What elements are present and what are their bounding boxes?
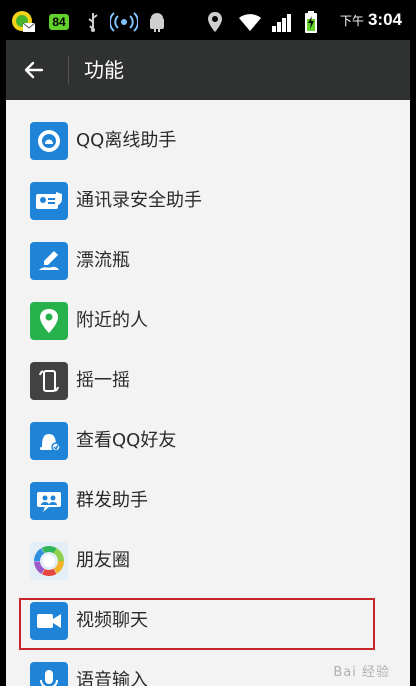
time-period: 下午 — [339, 14, 364, 28]
list-item-label: 通讯录安全助手 — [76, 190, 202, 211]
list-item-shake[interactable]: 摇一摇 — [6, 351, 410, 411]
broadcast-assistant-icon — [30, 482, 68, 520]
feature-list: QQ离线助手 通讯录安全助手 漂流瓶 附近的人 摇一摇 查看QQ好友 群发助手 … — [6, 100, 410, 686]
wireless-hotspot-icon — [108, 10, 140, 34]
clock: 下午 3:04 — [340, 10, 402, 34]
nearby-people-icon — [30, 302, 68, 340]
contacts-security-icon — [30, 182, 68, 220]
header-divider — [68, 56, 69, 84]
qq-notification-icon — [8, 10, 38, 34]
list-item-video-chat[interactable]: 视频聊天 — [6, 591, 410, 651]
voice-input-icon — [30, 662, 68, 686]
location-icon — [204, 10, 226, 34]
list-item-qq-offline-assistant[interactable]: QQ离线助手 — [6, 111, 410, 171]
list-item-label: 语音输入 — [76, 670, 148, 686]
list-item-view-qq-friends[interactable]: 查看QQ好友 — [6, 411, 410, 471]
list-item-label: 摇一摇 — [76, 370, 130, 391]
list-item-contacts-security[interactable]: 通讯录安全助手 — [6, 171, 410, 231]
list-item-broadcast-assistant[interactable]: 群发助手 — [6, 471, 410, 531]
wifi-icon — [236, 10, 264, 34]
video-chat-icon — [30, 602, 68, 640]
list-item-label: 群发助手 — [76, 490, 148, 511]
notification-count: 84 — [49, 14, 69, 30]
arrow-left-icon — [24, 61, 44, 79]
drift-bottle-icon — [30, 242, 68, 280]
list-item-label: QQ离线助手 — [76, 130, 177, 151]
view-qq-friends-icon — [30, 422, 68, 460]
list-item-label: 附近的人 — [76, 310, 148, 331]
shake-icon — [30, 362, 68, 400]
qq-offline-assistant-icon — [30, 122, 68, 160]
list-item-nearby-people[interactable]: 附近的人 — [6, 291, 410, 351]
back-button[interactable] — [20, 56, 48, 84]
list-item-label: 视频聊天 — [76, 610, 148, 631]
watermark: Bai 经验 — [333, 665, 390, 680]
list-item-label: 朋友圈 — [76, 550, 130, 571]
android-debug-icon — [146, 10, 168, 34]
time-text: 3:04 — [367, 10, 402, 29]
page-title: 功能 — [84, 58, 124, 82]
notification-badge: 84 — [40, 10, 78, 34]
battery-charging-icon — [302, 10, 320, 34]
moments-icon — [30, 542, 68, 580]
phone-screen: 84 下午 3:04 功能 QQ离线助手 通讯录安全助手 漂流瓶 附近的人 摇一… — [6, 4, 410, 686]
list-item-drift-bottle[interactable]: 漂流瓶 — [6, 231, 410, 291]
list-item-label: 查看QQ好友 — [76, 430, 177, 451]
list-item-label: 漂流瓶 — [76, 250, 130, 271]
status-bar: 84 下午 3:04 — [6, 4, 410, 40]
app-header: 功能 — [6, 40, 410, 100]
usb-icon — [82, 10, 104, 34]
list-item-moments[interactable]: 朋友圈 — [6, 531, 410, 591]
signal-icon — [270, 10, 294, 34]
